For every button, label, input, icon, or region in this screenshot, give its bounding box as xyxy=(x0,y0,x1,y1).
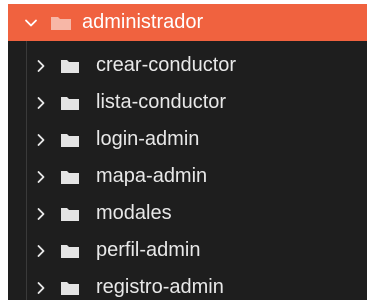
chevron-down-icon[interactable] xyxy=(20,12,42,34)
chevron-right-icon[interactable] xyxy=(30,203,52,225)
folder-label: administrador xyxy=(82,11,204,33)
chevron-right-icon[interactable] xyxy=(30,277,52,299)
chevron-right-icon[interactable] xyxy=(30,129,52,151)
folder-row-lista-conductor[interactable]: lista-conductor xyxy=(8,84,367,121)
folder-row-mapa-admin[interactable]: mapa-admin xyxy=(8,158,367,195)
folder-icon xyxy=(60,243,80,259)
folder-label: mapa-admin xyxy=(96,165,208,187)
folder-open-icon xyxy=(50,15,71,31)
folder-label: lista-conductor xyxy=(96,91,227,113)
folder-label: crear-conductor xyxy=(96,54,237,76)
folder-row-registro-admin[interactable]: registro-admin xyxy=(8,269,367,306)
folder-label: modales xyxy=(96,202,172,224)
folder-row-perfil-admin[interactable]: perfil-admin xyxy=(8,232,367,269)
folder-icon xyxy=(60,169,80,185)
folder-icon xyxy=(60,95,80,111)
folder-icon xyxy=(60,132,80,148)
folder-icon xyxy=(60,58,80,74)
chevron-right-icon[interactable] xyxy=(30,166,52,188)
chevron-right-icon[interactable] xyxy=(30,55,52,77)
folder-label: login-admin xyxy=(96,128,200,150)
folder-row-login-admin[interactable]: login-admin xyxy=(8,121,367,158)
folder-row-crear-conductor[interactable]: crear-conductor xyxy=(8,47,367,84)
folder-row-administrador[interactable]: administrador xyxy=(8,4,367,41)
chevron-right-icon[interactable] xyxy=(30,240,52,262)
folder-row-modales[interactable]: modales xyxy=(8,195,367,232)
file-explorer-tree: administrador crear-conductor lista-cond… xyxy=(8,4,367,300)
folder-icon xyxy=(60,280,80,296)
chevron-right-icon[interactable] xyxy=(30,92,52,114)
folder-label: registro-admin xyxy=(96,276,224,298)
folder-label: perfil-admin xyxy=(96,239,201,261)
folder-icon xyxy=(60,206,80,222)
